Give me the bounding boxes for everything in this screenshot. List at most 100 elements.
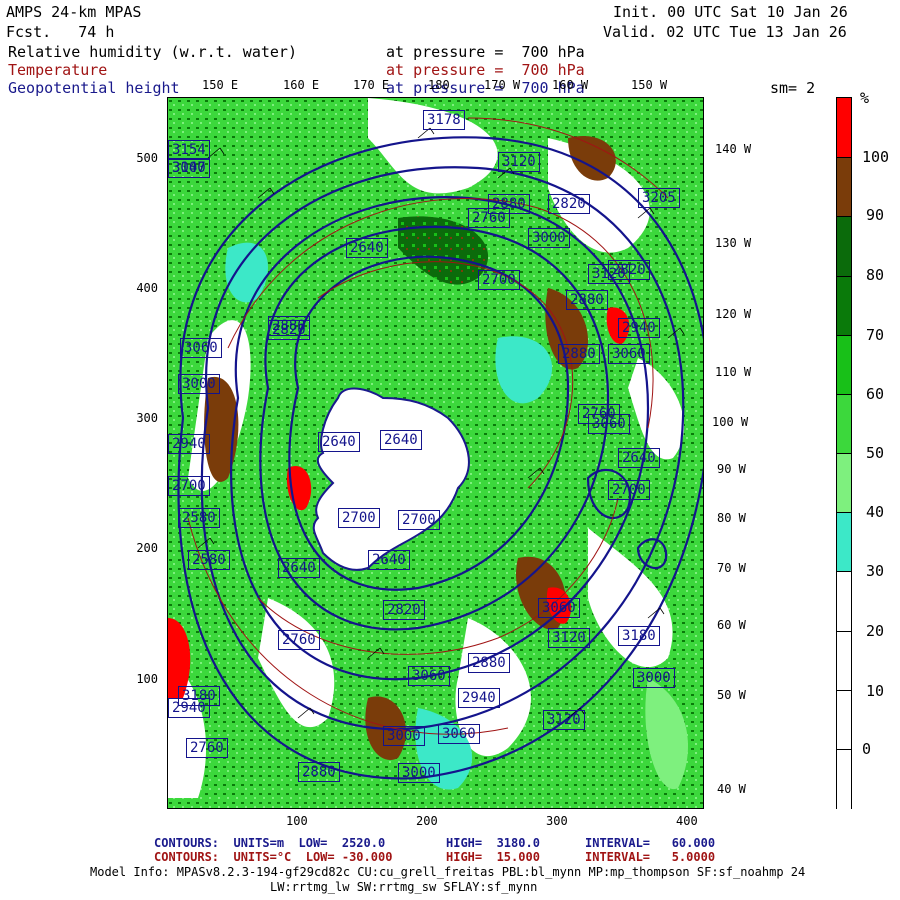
height-contour-label: 2640 (618, 448, 660, 468)
colorbar-tick-label: 100 (862, 148, 890, 166)
height-contour-label: 3120 (588, 264, 630, 284)
height-contour-label: 3060 (408, 666, 450, 686)
lon-label-top: 170 E (353, 78, 390, 92)
rh-colorbar (836, 97, 852, 809)
lon-label-top: 150 E (202, 78, 239, 92)
height-contour-label: 2940 (168, 698, 210, 718)
valid-time: Valid. 02 UTC Tue 13 Jan 26 (603, 23, 847, 41)
height-contour-label: 2640 (380, 430, 422, 450)
colorbar-band (837, 393, 851, 454)
model-title: AMPS 24-km MPAS (6, 3, 142, 21)
lon-label-right: 120 W (715, 307, 752, 321)
height-contour-label: 2940 (168, 434, 210, 454)
field-rh-level: at pressure = 700 hPa (386, 43, 585, 61)
colorbar-band (837, 689, 851, 750)
height-contour-label: 2580 (178, 508, 220, 528)
height-contour-label: 3060 (538, 598, 580, 618)
height-contour-label: 2700 (478, 270, 520, 290)
lon-label-right: 90 W (717, 462, 746, 476)
height-contour-label: 3120 (543, 710, 585, 730)
lon-label-right: 110 W (715, 365, 752, 379)
height-contour-label: 3000 (528, 228, 570, 248)
colorbar-band (837, 571, 851, 632)
height-contour-label: 3060 (180, 338, 222, 358)
forecast-hour: Fcst. 74 h (6, 23, 115, 41)
temp-contour-high: HIGH= 15.000 (446, 850, 540, 864)
height-contour-label: 3060 (588, 414, 630, 434)
lon-label-right: 100 W (712, 415, 749, 429)
colorbar-band (837, 512, 851, 573)
colorbar-band (837, 630, 851, 691)
height-contour-label: 2640 (346, 238, 388, 258)
x-tick-label: 400 (676, 814, 698, 828)
colorbar-tick-label: 40 (866, 503, 885, 521)
field-height-title: Geopotential height (8, 79, 180, 97)
colorbar-tick-label: 0 (862, 740, 872, 758)
height-contour-label: 3000 (633, 668, 675, 688)
height-contour-label: 2640 (318, 432, 360, 452)
lon-label-right: 130 W (715, 236, 752, 250)
lon-label-right: 140 W (715, 142, 752, 156)
colorbar-unit: % (860, 89, 870, 107)
colorbar-tick-label: 90 (866, 206, 885, 224)
y-tick-label: 500 (136, 151, 158, 165)
colorbar-tick-label: 60 (866, 385, 885, 403)
x-tick-label: 300 (546, 814, 568, 828)
height-contour-label: 2820 (383, 600, 425, 620)
lon-label-right: 40 W (717, 782, 746, 796)
height-contour-label: 2760 (468, 208, 510, 228)
height-contour-label: 3000 (398, 763, 440, 783)
height-contour-label: 2700 (338, 508, 380, 528)
lon-label-right: 80 W (717, 511, 746, 525)
y-tick-label: 100 (136, 672, 158, 686)
lon-label-right: 50 W (717, 688, 746, 702)
lon-label-top: 150 W (631, 78, 668, 92)
height-contour-info: CONTOURS: UNITS=m LOW= 2520.0 (154, 836, 386, 850)
height-contour-label: 2940 (458, 688, 500, 708)
height-contour-label: 2880 (558, 344, 600, 364)
temp-contour-info: CONTOURS: UNITS=°C LOW= -30.000 (154, 850, 393, 864)
init-time: Init. 00 UTC Sat 10 Jan 26 (613, 3, 848, 21)
lon-label-right: 60 W (717, 618, 746, 632)
height-contour-label: 2640 (368, 550, 410, 570)
height-contour-high: HIGH= 3180.0 (446, 836, 540, 850)
height-contour-label: 2760 (186, 738, 228, 758)
height-contour-label: 3205 (638, 188, 680, 208)
height-contour-label: 3060 (438, 724, 480, 744)
lon-label-top: 160 W (552, 78, 589, 92)
model-info: Model Info: MPASv8.2.3-194-gf29cd82c CU:… (90, 865, 806, 879)
x-tick-label: 200 (416, 814, 438, 828)
height-contour-label: 2880 (298, 762, 340, 782)
colorbar-tick-label: 30 (866, 562, 885, 580)
field-temp-level: at pressure = 700 hPa (386, 61, 585, 79)
y-tick-label: 300 (136, 411, 158, 425)
field-rh-title: Relative humidity (w.r.t. water) (8, 43, 297, 61)
colorbar-band (837, 98, 851, 158)
rh-map-panel: 3178 3120 3000 2880 2760 2820 2640 2700 3060 3000… (167, 97, 704, 809)
lon-label-top: 160 E (283, 78, 320, 92)
x-tick-label: 100 (286, 814, 308, 828)
colorbar-tick-label: 10 (866, 682, 885, 700)
colorbar-band (837, 157, 851, 218)
height-contour-label: 3154 (168, 140, 210, 160)
height-contour-label: 3178 (423, 110, 465, 130)
lon-label-top: 170 W (484, 78, 521, 92)
height-contour-label: 2700 (608, 480, 650, 500)
height-contour-interval: INTERVAL= 60.000 (585, 836, 716, 850)
y-tick-label: 400 (136, 281, 158, 295)
colorbar-tick-label: 70 (866, 326, 885, 344)
y-tick-label: 200 (136, 541, 158, 555)
height-contour-label: 3147 (168, 158, 210, 178)
height-contour-label: 3000 (383, 726, 425, 746)
colorbar-band (837, 275, 851, 336)
smoothing-label: sm= 2 (770, 79, 816, 97)
colorbar-tick-label: 20 (866, 622, 885, 640)
height-contour-label: 3060 (608, 344, 650, 364)
colorbar-band (837, 216, 851, 277)
colorbar-tick-label: 50 (866, 444, 885, 462)
height-contour-label: 2820 (268, 320, 310, 340)
field-temp-title: Temperature (8, 61, 108, 79)
temp-contour-interval: INTERVAL= 5.0000 (585, 850, 716, 864)
height-contour-label: 2700 (398, 510, 440, 530)
height-contour-label: 2580 (188, 550, 230, 570)
